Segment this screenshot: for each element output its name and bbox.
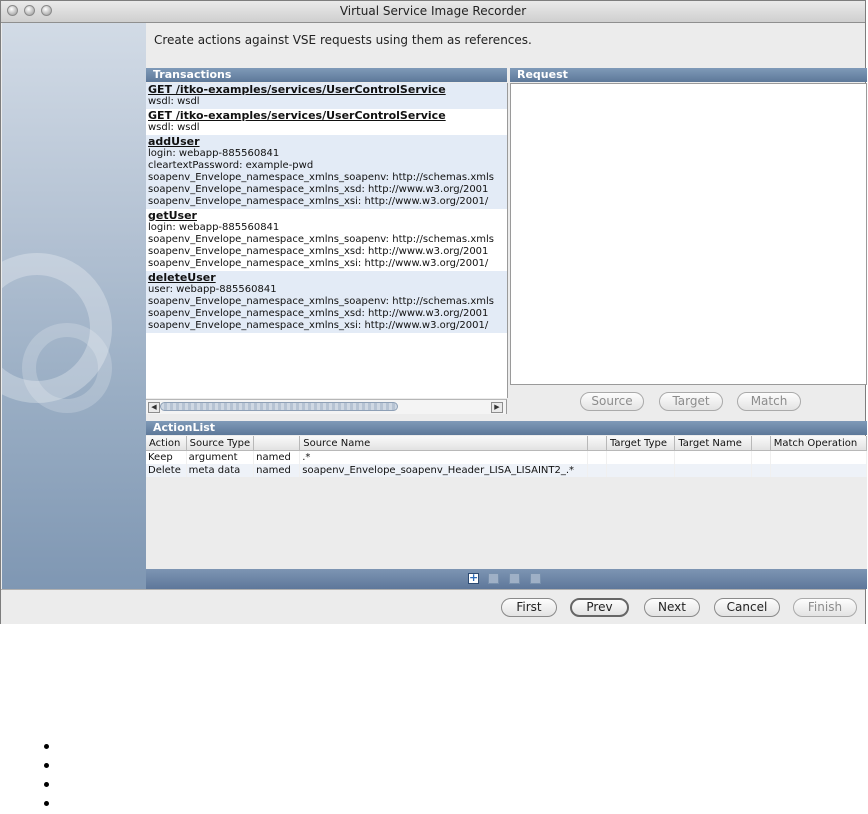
target-button[interactable]: Target xyxy=(659,392,723,411)
title-bar: Virtual Service Image Recorder xyxy=(1,1,865,23)
transaction-item[interactable]: GET /itko-examples/services/UserControlS… xyxy=(146,83,507,109)
transaction-argument: soapenv_Envelope_namespace_xmlns_xsd: ht… xyxy=(148,308,489,319)
table-row[interactable]: Keep argument named .* xyxy=(146,450,868,464)
column-header[interactable] xyxy=(587,436,607,451)
actionlist-toolbar: + xyxy=(146,569,867,589)
finish-button[interactable]: Finish xyxy=(793,598,857,617)
transaction-title: getUser xyxy=(148,209,197,222)
column-header[interactable]: Source Type xyxy=(186,436,255,451)
table-cell xyxy=(751,464,771,477)
bullet-icon xyxy=(44,763,49,768)
scroll-left-icon[interactable]: ◀ xyxy=(148,402,160,413)
table-cell: named xyxy=(253,464,301,477)
transaction-argument: login: webapp-885560841 xyxy=(148,222,280,233)
table-cell xyxy=(587,464,607,477)
scroll-right-icon[interactable]: ▶ xyxy=(491,402,503,413)
table-cell xyxy=(606,450,676,464)
bullet-icon xyxy=(44,801,49,806)
plus-icon[interactable]: + xyxy=(468,572,479,584)
table-cell xyxy=(674,450,752,464)
table-cell: named xyxy=(253,450,301,464)
table-cell: .* xyxy=(299,450,588,464)
transaction-argument: soapenv_Envelope_namespace_xmlns_xsi: ht… xyxy=(148,258,489,269)
transaction-argument: soapenv_Envelope_namespace_xmlns_xsd: ht… xyxy=(148,246,489,257)
table-row[interactable]: Delete meta data named soapenv_Envelope_soa… xyxy=(146,464,868,477)
table-cell xyxy=(674,464,752,477)
side-banner-graphic xyxy=(2,23,146,589)
transactions-list[interactable]: GET /itko-examples/services/UserControlS… xyxy=(146,83,508,398)
transaction-item[interactable]: deleteUser user: webapp-885560841 soapenv_… xyxy=(146,271,507,333)
table-cell xyxy=(751,450,771,464)
bullet-item xyxy=(44,757,58,776)
table-cell xyxy=(770,464,868,477)
request-panel[interactable] xyxy=(510,83,867,385)
recorder-window: Virtual Service Image Recorder Create ac… xyxy=(0,0,868,624)
table-cell xyxy=(606,464,676,477)
transaction-item[interactable]: GET /itko-examples/services/UserControlS… xyxy=(146,109,507,135)
column-header[interactable]: Action xyxy=(146,436,187,451)
swirl-decoration xyxy=(22,323,112,413)
column-header[interactable] xyxy=(253,436,301,451)
bullet-icon xyxy=(44,782,49,787)
scrollbar-thumb[interactable] xyxy=(160,402,398,411)
transaction-argument: wsdl: wsdl xyxy=(148,122,200,133)
transaction-argument: soapenv_Envelope_namespace_xmlns_xsd: ht… xyxy=(148,184,489,195)
transaction-title: GET /itko-examples/services/UserControlS… xyxy=(148,83,446,96)
arrow-up-icon[interactable] xyxy=(488,573,499,584)
transaction-item[interactable]: addUser login: webapp-885560841 cleartextP… xyxy=(146,135,507,209)
transaction-argument: soapenv_Envelope_namespace_xmlns_xsi: ht… xyxy=(148,196,489,207)
table-cell xyxy=(587,450,607,464)
arrow-down-icon[interactable] xyxy=(509,573,520,584)
transaction-argument: user: webapp-885560841 xyxy=(148,284,277,295)
request-header: Request xyxy=(510,68,867,82)
transaction-argument: login: webapp-885560841 xyxy=(148,148,280,159)
transaction-item[interactable]: getUser login: webapp-885560841 soapenv_En… xyxy=(146,209,507,271)
transaction-title: deleteUser xyxy=(148,271,216,284)
prev-button[interactable]: Prev xyxy=(570,598,629,617)
match-button[interactable]: Match xyxy=(737,392,801,411)
transaction-argument: soapenv_Envelope_namespace_xmlns_soapenv… xyxy=(148,172,494,183)
table-cell: soapenv_Envelope_soapenv_Header_LISA_LIS… xyxy=(299,464,588,477)
column-header[interactable]: Source Name xyxy=(299,436,588,451)
first-button[interactable]: First xyxy=(501,598,557,617)
table-header-row: Action Source Type Source Name Target Type T… xyxy=(146,436,868,451)
column-header[interactable] xyxy=(751,436,771,451)
bullet-icon xyxy=(44,744,49,749)
transactions-header: Transactions xyxy=(146,68,507,82)
transaction-title: GET /itko-examples/services/UserControlS… xyxy=(148,109,446,122)
table-cell: argument xyxy=(186,450,255,464)
window-title: Virtual Service Image Recorder xyxy=(339,4,527,18)
column-header[interactable]: Match Operation xyxy=(770,436,868,451)
bullet-list xyxy=(44,738,58,814)
bullet-item xyxy=(44,795,58,814)
column-header[interactable]: Target Type xyxy=(606,436,676,451)
source-button[interactable]: Source xyxy=(580,392,644,411)
table-cell: Delete xyxy=(146,464,187,477)
transaction-argument: soapenv_Envelope_namespace_xmlns_soapenv… xyxy=(148,296,494,307)
delete-icon[interactable] xyxy=(530,573,541,584)
actionlist-header: ActionList xyxy=(146,421,867,435)
bullet-item xyxy=(44,776,58,795)
transactions-horizontal-scrollbar[interactable]: ◀ ▶ xyxy=(146,399,507,414)
bullet-item xyxy=(44,738,58,757)
transaction-title: addUser xyxy=(148,135,200,148)
transaction-argument: wsdl: wsdl xyxy=(148,96,200,107)
cancel-button[interactable]: Cancel xyxy=(714,598,780,617)
instruction-text: Create actions against VSE requests usin… xyxy=(154,33,532,47)
transaction-argument: soapenv_Envelope_namespace_xmlns_xsi: ht… xyxy=(148,320,489,331)
transaction-argument: soapenv_Envelope_namespace_xmlns_soapenv… xyxy=(148,234,494,245)
next-button[interactable]: Next xyxy=(644,598,700,617)
column-header[interactable]: Target Name xyxy=(674,436,752,451)
table-cell: Keep xyxy=(146,450,187,464)
actionlist-table[interactable]: Action Source Type Source Name Target Type T… xyxy=(146,436,868,569)
table-cell: meta data xyxy=(186,464,255,477)
transaction-argument: cleartextPassword: example-pwd xyxy=(148,160,314,171)
table-cell xyxy=(770,450,868,464)
